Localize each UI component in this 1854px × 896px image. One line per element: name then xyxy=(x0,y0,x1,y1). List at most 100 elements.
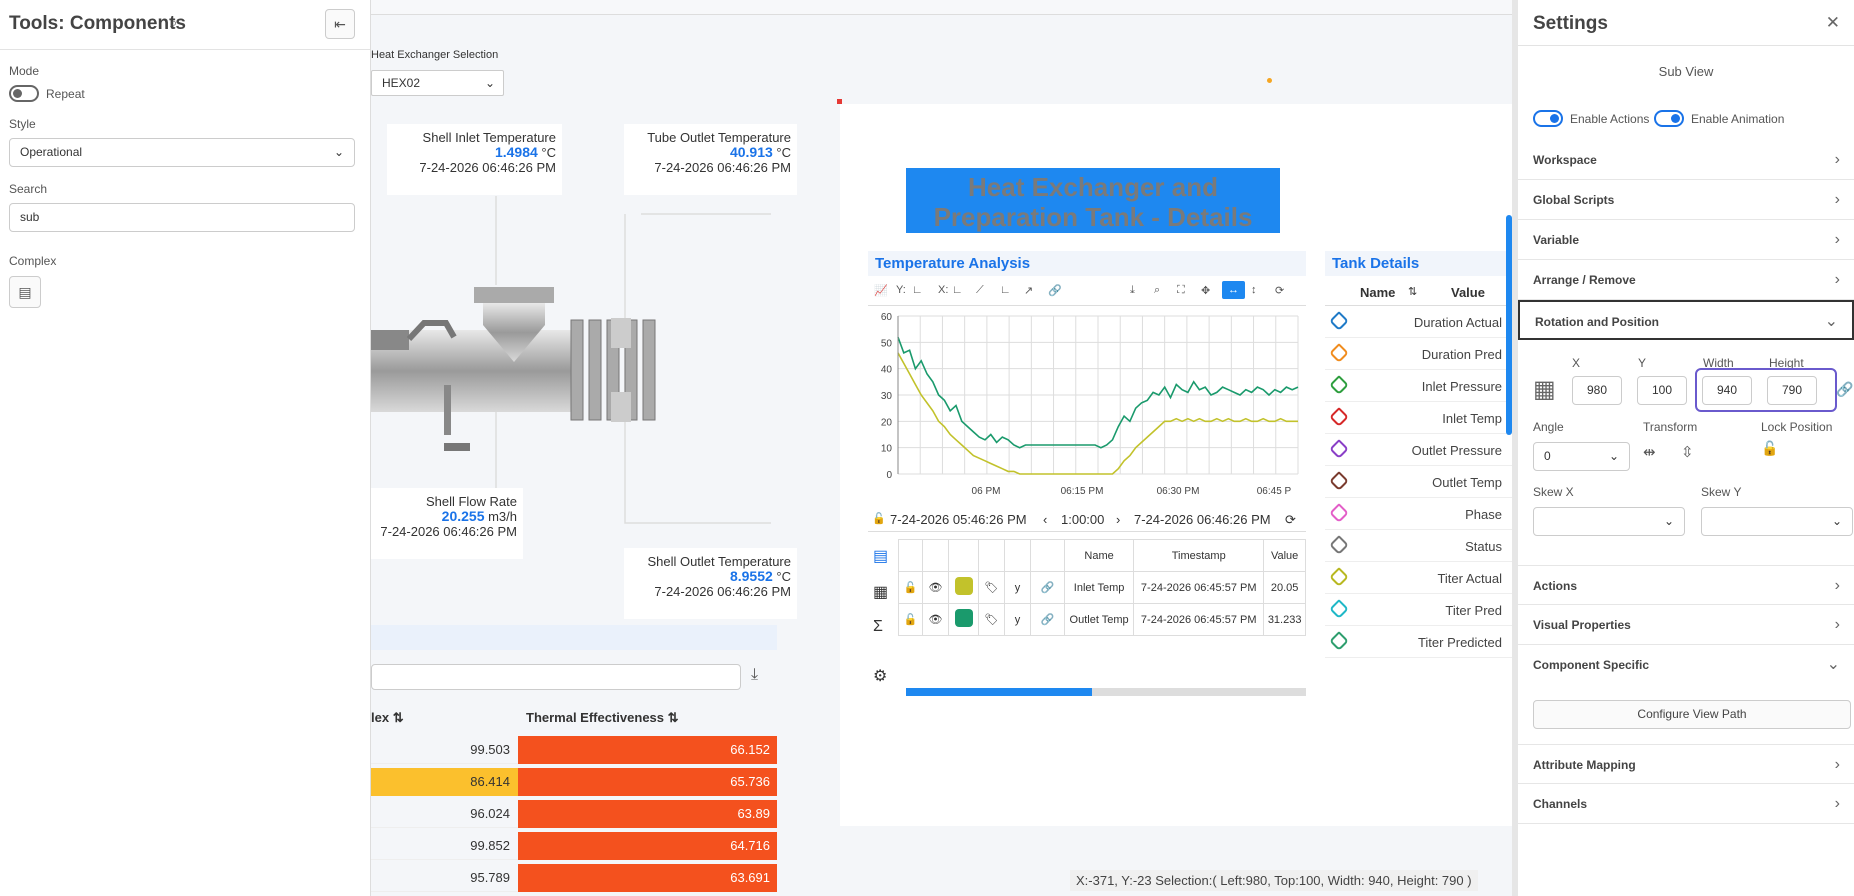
section-workspace[interactable]: Workspace › xyxy=(1518,140,1854,180)
section-rotation-position[interactable]: Rotation and Position ⌄ xyxy=(1518,300,1854,340)
search-input[interactable]: sub xyxy=(9,203,355,232)
search-component-icon[interactable]: ⌕ xyxy=(170,15,177,31)
enable-animation-toggle[interactable] xyxy=(1654,110,1684,127)
temperature-chart[interactable]: 0 10 20 30 40 50 60 06 PM 06:15 PM 06:30 PM 06:45 … xyxy=(868,306,1306,498)
design-canvas[interactable]: Heat Exchanger Selection HEX02 ⌄ Shell In… xyxy=(371,0,1512,896)
range-interval[interactable]: 1:00:00 xyxy=(1061,512,1104,527)
statistics-icon[interactable]: Σ xyxy=(873,618,883,636)
tank-row[interactable]: Status xyxy=(1325,530,1512,562)
lock-position-icon[interactable]: 🔓 xyxy=(1761,440,1778,457)
link-icon[interactable]: 🔗 xyxy=(1030,603,1065,636)
lock-icon[interactable]: 🔓 xyxy=(872,512,886,525)
link-icon[interactable]: 🔗 xyxy=(1030,571,1065,604)
y-icon[interactable]: y xyxy=(1004,571,1031,604)
height-input[interactable]: 790 xyxy=(1767,376,1817,405)
table-col-index[interactable]: lex ⇅ xyxy=(371,710,404,726)
zoom-icon[interactable]: ⌕ xyxy=(1154,284,1160,297)
eye-icon[interactable]: 👁 xyxy=(922,603,949,636)
skew-x-select[interactable]: ⌄ xyxy=(1533,507,1685,536)
tank-row[interactable]: Outlet Pressure xyxy=(1325,434,1512,466)
selection-handle[interactable] xyxy=(837,99,842,104)
scrollbar-thumb[interactable] xyxy=(906,688,1092,696)
tank-row[interactable]: Duration Actual xyxy=(1325,306,1512,338)
section-visual-properties[interactable]: Visual Properties › xyxy=(1518,605,1854,645)
series-color-swatch[interactable] xyxy=(954,577,973,595)
tank-row[interactable]: Inlet Pressure xyxy=(1325,370,1512,402)
repeat-toggle[interactable] xyxy=(9,85,39,102)
rotation-handle[interactable] xyxy=(1267,78,1272,83)
col-value[interactable]: Value xyxy=(1451,285,1485,300)
settings-gear-icon[interactable]: ⚙ xyxy=(873,666,887,686)
tank-row[interactable]: Outlet Temp xyxy=(1325,466,1512,498)
chart-view-icon[interactable]: ▦ xyxy=(873,582,888,602)
table-row[interactable]: 96.024 63.89 xyxy=(371,800,777,828)
lock-icon[interactable]: 🔓 xyxy=(898,603,923,636)
col-name[interactable]: Name xyxy=(1360,285,1395,300)
collapse-panel-button[interactable]: ⇤ xyxy=(325,9,355,39)
y-icon[interactable]: y xyxy=(1004,603,1031,636)
horizontal-scrollbar[interactable] xyxy=(906,688,1306,696)
subview-component-icon[interactable]: ▤ xyxy=(9,276,41,308)
tag-icon[interactable]: 🏷 xyxy=(978,603,1005,636)
x-input[interactable]: 980 xyxy=(1572,376,1622,405)
link-ratio-icon[interactable]: 🔗 xyxy=(1836,381,1853,398)
lock-icon[interactable]: 🔓 xyxy=(898,571,923,604)
tag-icon[interactable]: 🏷 xyxy=(978,571,1005,604)
pan-icon[interactable]: ✥ xyxy=(1201,284,1210,297)
tank-row[interactable]: Duration Pred xyxy=(1325,338,1512,370)
prev-icon[interactable]: ‹ xyxy=(1043,512,1047,527)
section-component-specific[interactable]: Component Specific ⌄ xyxy=(1518,645,1854,685)
chart-type-icon[interactable]: 📈 xyxy=(874,284,888,297)
range-start[interactable]: 7-24-2026 05:46:26 PM xyxy=(890,512,1027,527)
x-axis-icon[interactable]: ∟ xyxy=(952,284,963,296)
skew-y-select[interactable]: ⌄ xyxy=(1701,507,1853,536)
tank-row[interactable]: Titer Actual xyxy=(1325,562,1512,594)
table-col-effectiveness[interactable]: Thermal Effectiveness ⇅ xyxy=(526,710,679,726)
y-input[interactable]: 100 xyxy=(1637,376,1687,405)
download-icon[interactable]: ⤓ xyxy=(751,666,758,684)
trend-icon[interactable]: ⟋ xyxy=(976,284,984,297)
section-actions[interactable]: Actions › xyxy=(1518,565,1854,605)
table-row[interactable]: 99.503 66.152 xyxy=(371,736,777,764)
range-end[interactable]: 7-24-2026 06:46:26 PM xyxy=(1134,512,1271,527)
link-icon[interactable]: 🔗 xyxy=(1048,284,1062,297)
flip-horizontal-icon[interactable]: ⇹ xyxy=(1643,443,1656,461)
eye-icon[interactable]: 👁 xyxy=(922,571,949,604)
vertical-zoom-icon[interactable]: ↕ xyxy=(1251,284,1257,296)
flip-vertical-icon[interactable]: ⇳ xyxy=(1681,443,1694,461)
legend-row[interactable]: 🔓 👁 🏷 y 🔗 Inlet Temp 7-24-2026 06:45:57 PM 20.… xyxy=(898,571,1306,604)
configure-view-path-button[interactable]: Configure View Path xyxy=(1533,700,1851,729)
style-select[interactable]: Operational ⌄ xyxy=(9,138,355,167)
section-channels[interactable]: Channels › xyxy=(1518,784,1854,824)
width-input[interactable]: 940 xyxy=(1702,376,1752,405)
table-row[interactable]: 99.852 64.716 xyxy=(371,832,777,860)
section-arrange-remove[interactable]: Arrange / Remove › xyxy=(1518,260,1854,300)
tank-row[interactable]: Titer Predicted xyxy=(1325,626,1512,658)
legend-row[interactable]: 🔓 👁 🏷 y 🔗 Outlet Temp 7-24-2026 06:45:57 PM 31… xyxy=(898,603,1306,636)
section-variable[interactable]: Variable › xyxy=(1518,220,1854,260)
refresh-icon[interactable]: ⟳ xyxy=(1285,512,1296,528)
table-row[interactable]: 95.789 63.691 xyxy=(371,864,777,892)
sort-icon[interactable]: ⇅ xyxy=(1408,285,1417,298)
table-row[interactable]: 86.414 65.736 xyxy=(371,768,777,796)
download-icon[interactable]: ⤓ xyxy=(1130,284,1135,297)
y-axis-icon[interactable]: ∟ xyxy=(912,284,923,296)
line-icon[interactable]: ↗ xyxy=(1024,284,1033,297)
grid-align-icon[interactable]: ▦ xyxy=(1533,378,1556,402)
close-icon[interactable]: ✕ xyxy=(1826,13,1840,33)
angle-select[interactable]: 0 ⌄ xyxy=(1533,442,1630,471)
section-attribute-mapping[interactable]: Attribute Mapping › xyxy=(1518,744,1854,784)
tank-row[interactable]: Phase xyxy=(1325,498,1512,530)
horizontal-zoom-icon[interactable]: ↔ xyxy=(1222,281,1245,299)
enable-actions-toggle[interactable] xyxy=(1533,110,1563,127)
tank-row[interactable]: Inlet Temp xyxy=(1325,402,1512,434)
trend-view-icon[interactable]: ▤ xyxy=(873,546,888,566)
section-global-scripts[interactable]: Global Scripts › xyxy=(1518,180,1854,220)
series-color-swatch[interactable] xyxy=(954,609,973,627)
fullscreen-icon[interactable]: ⛶ xyxy=(1177,284,1185,297)
table-filter-input[interactable] xyxy=(371,664,741,690)
refresh-icon[interactable]: ⟳ xyxy=(1275,284,1284,297)
axis-icon[interactable]: ∟ xyxy=(1000,284,1011,296)
tank-row[interactable]: Titer Pred xyxy=(1325,594,1512,626)
next-icon[interactable]: › xyxy=(1116,512,1120,527)
